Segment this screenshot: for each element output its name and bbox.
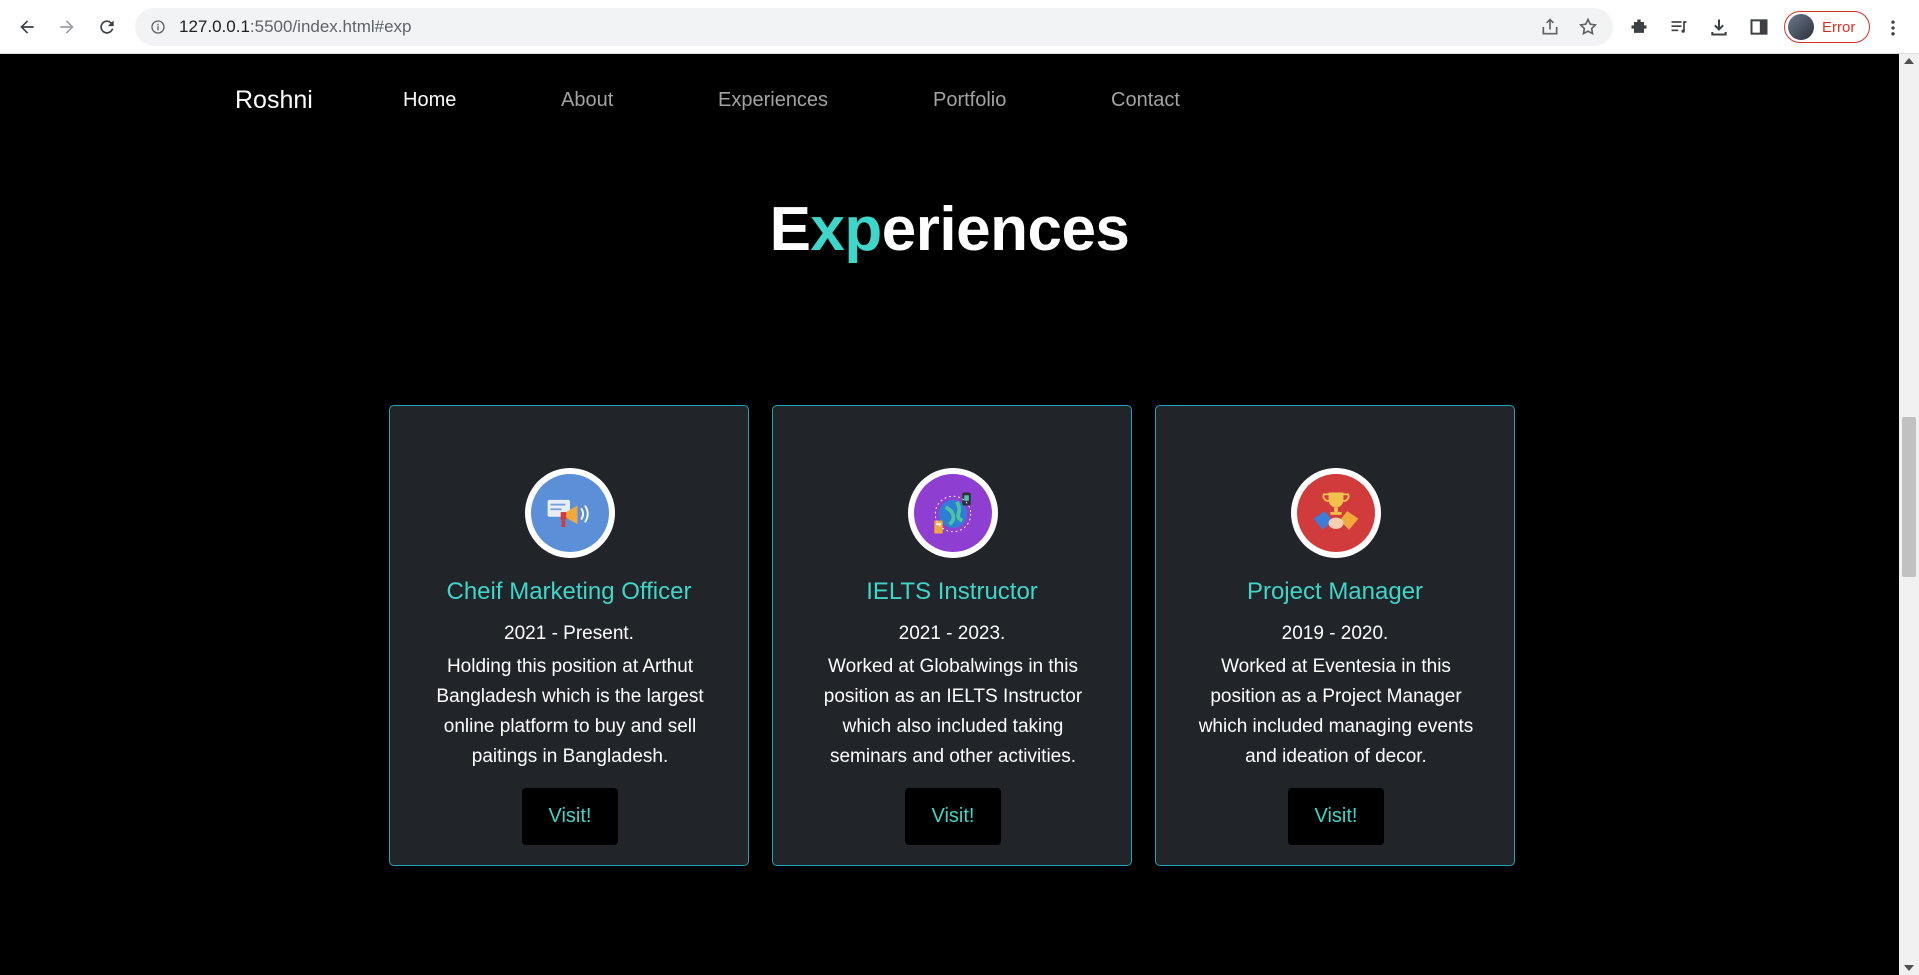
nav-about[interactable]: About — [561, 89, 718, 112]
visit-button[interactable]: Visit! — [905, 788, 1001, 845]
experience-card: Cheif Marketing Officer 2021 - Present. … — [389, 405, 749, 866]
extensions-icon[interactable] — [1626, 14, 1652, 40]
profile-error-label: Error — [1822, 18, 1856, 36]
back-icon[interactable] — [11, 11, 43, 43]
marketing-megaphone-icon — [531, 474, 609, 552]
side-panel-icon[interactable] — [1746, 14, 1772, 40]
nav-home[interactable]: Home — [403, 89, 561, 112]
scroll-down-arrow-icon[interactable] — [1904, 965, 1914, 971]
avatar — [1788, 14, 1814, 40]
card-description: Holding this position at Arthut Banglade… — [436, 656, 704, 767]
brand-logo[interactable]: Roshni — [235, 86, 313, 115]
section-title-pre: E — [769, 195, 811, 264]
download-icon[interactable] — [1706, 14, 1732, 40]
visit-button[interactable]: Visit! — [522, 788, 618, 845]
trophy-handshake-icon — [1297, 474, 1375, 552]
card-description: Worked at Eventesia in this position as … — [1198, 656, 1474, 767]
url-host: 127.0.0.1 — [179, 17, 250, 36]
card-period: 2019 - 2020. — [1281, 623, 1389, 644]
card-icon-frame — [908, 468, 998, 558]
media-queue-icon[interactable] — [1666, 14, 1692, 40]
site-navbar: Roshni Home About Experiences Portfolio … — [0, 54, 1899, 150]
scroll-up-arrow-icon[interactable] — [1904, 58, 1914, 64]
url-path: :5500/index.html#exp — [249, 17, 412, 36]
card-description: Worked at Globalwings in this position a… — [823, 656, 1083, 767]
site-info-icon[interactable] — [149, 18, 167, 36]
page-scrollbar[interactable] — [1899, 54, 1919, 975]
card-period: 2021 - 2023. — [898, 623, 1006, 644]
card-title: IELTS Instructor — [866, 578, 1038, 605]
url-text[interactable]: 127.0.0.1:5500/index.html#exp — [179, 17, 412, 37]
card-icon-frame — [525, 468, 615, 558]
scrollbar-thumb[interactable] — [1902, 417, 1916, 577]
section-title-accent: xp — [810, 195, 882, 264]
experience-cards: Cheif Marketing Officer 2021 - Present. … — [389, 405, 1515, 866]
section-title-post: eriences — [881, 195, 1130, 264]
card-title: Project Manager — [1246, 578, 1424, 605]
card-title: Cheif Marketing Officer — [446, 578, 692, 605]
browser-menu-icon[interactable] — [1880, 15, 1906, 41]
forward-icon[interactable] — [51, 11, 83, 43]
reload-icon[interactable] — [91, 11, 123, 43]
browser-chrome: 127.0.0.1:5500/index.html#exp Error — [0, 0, 1919, 54]
nav-experiences[interactable]: Experiences — [718, 89, 933, 112]
nav-contact[interactable]: Contact — [1111, 89, 1180, 112]
card-icon-frame — [1291, 468, 1381, 558]
nav-links: Home About Experiences Portfolio Contact — [403, 89, 1180, 112]
globe-instructor-icon — [914, 474, 992, 552]
section-title: Experiences — [0, 194, 1899, 265]
share-icon[interactable] — [1539, 16, 1561, 38]
address-bar[interactable]: 127.0.0.1:5500/index.html#exp — [135, 8, 1613, 46]
card-period: 2021 - Present. — [504, 623, 634, 644]
experience-card: IELTS Instructor 2021 - 2023. Worked at … — [772, 405, 1132, 866]
page-viewport: Roshni Home About Experiences Portfolio … — [0, 54, 1899, 975]
experience-card: Project Manager 2019 - 2020. Worked at E… — [1155, 405, 1515, 866]
profile-error-button[interactable]: Error — [1784, 11, 1870, 43]
nav-portfolio[interactable]: Portfolio — [933, 89, 1111, 112]
visit-button[interactable]: Visit! — [1288, 788, 1384, 845]
bookmark-star-icon[interactable] — [1577, 16, 1599, 38]
